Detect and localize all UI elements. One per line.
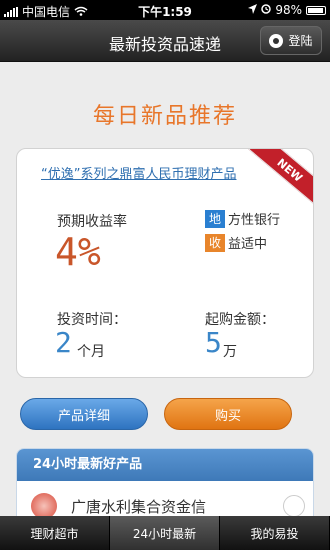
chevron-right-icon[interactable] [283, 495, 305, 517]
tab-bar: 理财超市 24小时最新 我的易投 [0, 516, 330, 550]
login-label: 登陆 [288, 34, 313, 48]
tab-market[interactable]: 理财超市 [0, 516, 110, 550]
status-right: 98% [248, 3, 326, 17]
panel-title: 24小时最新好产品 [17, 449, 313, 481]
location-icon [248, 3, 258, 17]
page-title: 每日新品推荐 [92, 104, 237, 129]
term-value: 2 [55, 326, 72, 359]
product-detail-button[interactable]: 产品详细 [20, 398, 148, 430]
tag-bank-text: 方性银行 [228, 213, 281, 228]
tag-yield-text: 益适中 [228, 237, 268, 252]
min-amount-value: 5 [205, 326, 222, 359]
battery-percent: 98% [275, 3, 302, 17]
tab-latest[interactable]: 24小时最新 [110, 516, 220, 550]
buy-button[interactable]: 购买 [164, 398, 292, 430]
nav-bar: 最新投资品速递 登陆 [0, 20, 330, 62]
yield-label: 预期收益率 [57, 214, 127, 230]
tab-my-account[interactable]: 我的易投 [220, 516, 330, 550]
tag-bank: 地 方性银行 [205, 209, 280, 228]
gear-icon [269, 33, 284, 48]
min-amount-unit: 万 [223, 344, 237, 360]
yield-value: 4% [55, 230, 101, 274]
login-button[interactable]: 登陆 [260, 26, 322, 55]
tag-yield: 收 益适中 [205, 233, 267, 252]
product-name-link[interactable]: “优逸”系列之鼎富人民币理财产品 [41, 163, 271, 182]
term-unit: 个月 [77, 344, 105, 360]
alarm-icon [261, 3, 272, 17]
tag-yield-icon: 收 [205, 233, 225, 252]
status-bar: 中国电信 下午1:59 98% [0, 0, 330, 20]
battery-icon [306, 5, 326, 15]
list-item-title: 广唐水利集合资金信 [71, 497, 207, 516]
tag-bank-icon: 地 [205, 209, 225, 228]
product-card: “优逸”系列之鼎富人民币理财产品 NEW 预期收益率 4% 地 方性银行 收 益… [16, 148, 314, 378]
